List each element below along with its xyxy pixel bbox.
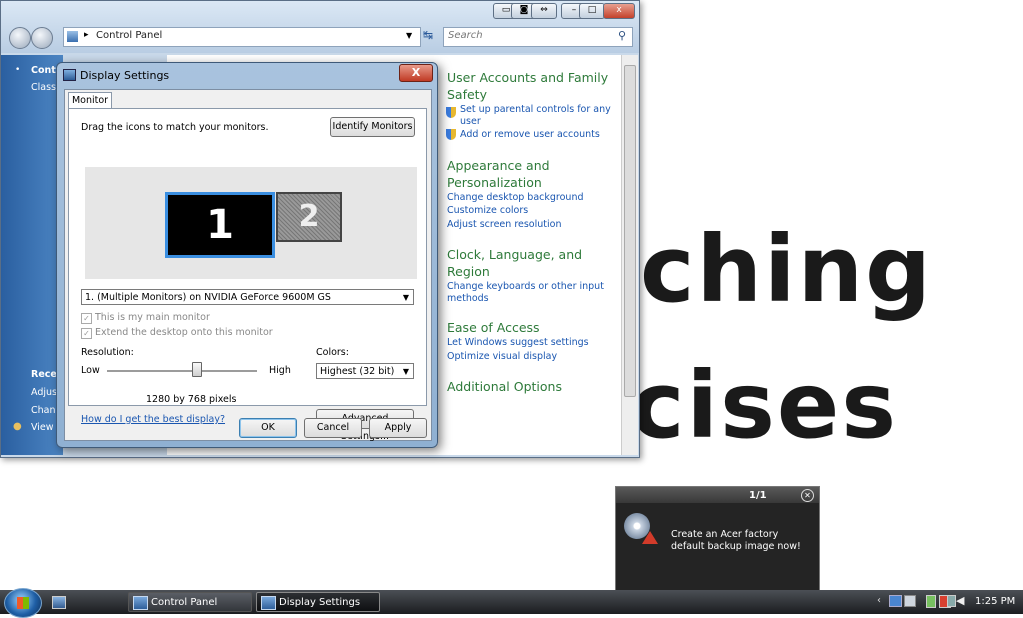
taskbar-control-panel[interactable]: Control Panel [128,592,252,612]
resolution-slider-thumb[interactable] [192,362,202,377]
refresh-icon[interactable]: ↹ [423,28,433,42]
apply-button[interactable]: Apply [369,418,427,438]
background-text-line2: cises [630,352,898,459]
display-tray-icon[interactable] [947,595,956,607]
toast-header [616,487,819,503]
scrollbar-thumb[interactable] [624,65,636,397]
toast-counter: 1/1 [749,490,767,501]
back-button[interactable] [9,27,31,49]
chevron-down-icon: ▼ [402,367,409,376]
link-parental-controls[interactable]: Set up parental controls for any [460,103,611,116]
cancel-button[interactable]: Cancel [304,418,362,438]
sidebar: • Contr Classi Recer Adjust Chang ● View [1,55,63,455]
tab-monitor[interactable]: Monitor [68,92,112,109]
tray-expand-icon[interactable]: ‹ [877,595,881,606]
category-clock-l2[interactable]: Region [447,263,490,280]
search-input[interactable]: Search ⚲ [443,27,633,47]
resolution-slider-track[interactable] [107,370,257,372]
taskbar-display-settings[interactable]: Display Settings [256,592,380,612]
category-appearance-l2[interactable]: Personalization [447,174,542,191]
link-optimize-display[interactable]: Optimize visual display [447,350,557,363]
category-appearance-l1[interactable]: Appearance and [447,157,550,174]
notification-toast: 1/1 ✕ Create an Acer factory default bac… [615,486,820,592]
identify-monitors-button[interactable]: Identify Monitors [330,117,415,137]
link-screen-resolution[interactable]: Adjust screen resolution [447,218,561,231]
address-bar[interactable]: ▸ Control Panel ▼ [63,27,421,47]
monitor-2-icon[interactable]: 2 [276,192,342,242]
sidebar-item-classic[interactable]: Classi [31,82,59,93]
link-customize-colors[interactable]: Customize colors [447,204,528,217]
monitor-tab-panel: Drag the icons to match your monitors. I… [68,108,427,442]
network-icon[interactable] [889,595,902,607]
drag-instruction: Drag the icons to match your monitors. [81,122,269,133]
close-window-button[interactable]: x [603,3,635,19]
display-settings-icon [63,69,76,81]
toast-message[interactable]: Create an Acer factory default backup im… [671,529,811,553]
window-extra-button-3[interactable]: ⇔ [531,3,557,19]
view-icon: ● [13,421,22,432]
dialog-title: Display Settings [80,69,170,82]
colors-select-value: Highest (32 bit) [320,366,395,377]
link-add-remove-users[interactable]: Add or remove user accounts [460,128,600,141]
extend-desktop-label: Extend the desktop onto this monitor [95,327,273,338]
shield-icon [446,107,456,118]
address-dropdown-icon[interactable]: ▼ [406,31,412,40]
quick-launch-icon[interactable] [52,596,66,609]
volume-icon[interactable]: ◀ [956,594,964,607]
resolution-label: Resolution: [81,347,134,358]
shield-icon [446,129,456,140]
display-settings-icon [261,596,276,610]
extend-desktop-checkbox[interactable]: ✓ Extend the desktop onto this monitor [81,327,273,339]
monitor-arrangement-area: 1 2 [85,167,417,279]
dialog-body: Monitor Drag the icons to match your mon… [64,89,432,442]
control-panel-icon [133,596,148,610]
taskbar-display-settings-label: Display Settings [279,597,361,608]
sidebar-recent-3[interactable]: View [31,422,54,433]
address-text: Control Panel [96,30,163,41]
dialog-close-button[interactable]: X [399,64,433,82]
control-panel-icon [67,31,78,42]
main-monitor-label: This is my main monitor [95,312,210,323]
chevron-down-icon: ▼ [402,293,409,302]
link-parental-controls-cont[interactable]: user [460,115,481,128]
ok-button[interactable]: OK [239,418,297,438]
resolution-low-label: Low [81,365,100,376]
display-settings-dialog: Display Settings X Monitor Drag the icon… [56,62,438,448]
checkbox-icon: ✓ [81,328,92,339]
colors-select[interactable]: Highest (32 bit) ▼ [316,363,414,379]
taskbar-control-panel-label: Control Panel [151,597,218,608]
forward-button[interactable] [31,27,53,49]
warning-icon [642,531,658,544]
display-select[interactable]: 1. (Multiple Monitors) on NVIDIA GeForce… [81,289,414,305]
search-placeholder: Search [448,30,483,41]
resolution-high-label: High [269,365,291,376]
windows-logo-icon [17,597,29,609]
scrollbar[interactable] [621,55,638,455]
background-text-line1: ching [640,216,933,323]
resolution-value: 1280 by 768 pixels [146,394,237,405]
monitor-1-icon[interactable]: 1 [165,192,275,258]
main-monitor-checkbox[interactable]: ✓ This is my main monitor [81,312,210,324]
category-user-accounts-l2[interactable]: Safety [447,86,487,103]
sidebar-bullet-icon: • [15,65,21,75]
link-desktop-background[interactable]: Change desktop background [447,191,584,204]
toast-close-icon[interactable]: ✕ [801,489,814,502]
category-user-accounts-l1[interactable]: User Accounts and Family [447,69,608,86]
search-icon[interactable]: ⚲ [618,29,626,42]
display-select-value: 1. (Multiple Monitors) on NVIDIA GeForce… [85,292,331,303]
link-windows-suggest[interactable]: Let Windows suggest settings [447,336,589,349]
checkbox-icon: ✓ [81,313,92,324]
maximize-button[interactable]: □ [579,3,605,19]
category-clock-l1[interactable]: Clock, Language, and [447,246,582,263]
printer-icon[interactable] [904,595,916,607]
battery-icon[interactable] [926,595,936,608]
colors-label: Colors: [316,347,349,358]
taskbar: Control Panel Display Settings ‹ ◀ 1:25 … [0,588,1023,618]
category-ease-of-access[interactable]: Ease of Access [447,319,540,336]
help-link[interactable]: How do I get the best display? [81,414,225,425]
link-keyboards-cont[interactable]: methods [447,292,489,305]
clock[interactable]: 1:25 PM [975,596,1015,607]
category-additional-options[interactable]: Additional Options [447,378,562,395]
breadcrumb-arrow-icon: ▸ [84,30,89,40]
